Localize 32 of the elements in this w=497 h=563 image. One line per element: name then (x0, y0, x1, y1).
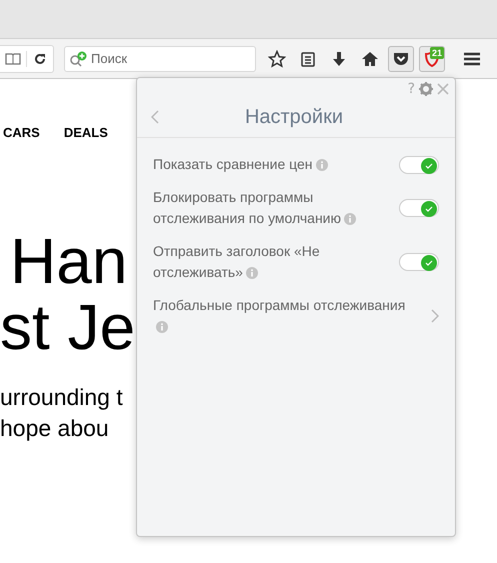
toggle-switch[interactable] (399, 199, 439, 217)
toggle-switch[interactable] (399, 253, 439, 271)
search-field[interactable]: Поиск (64, 46, 256, 72)
info-icon[interactable] (344, 213, 356, 225)
info-icon[interactable] (246, 267, 258, 279)
body-text: urrounding t (0, 383, 123, 412)
setting-label: Показать сравнение цен (153, 154, 328, 175)
check-icon (425, 206, 433, 212)
settings-icon[interactable] (419, 82, 433, 96)
book-icon (5, 52, 21, 64)
count-badge: 21 (430, 46, 444, 58)
shield-extension-button[interactable]: 21 (419, 46, 445, 72)
back-icon[interactable] (151, 110, 159, 124)
popup-title: Настройки (244, 106, 344, 128)
reload-icon (34, 52, 46, 64)
body-text: hope abou (0, 414, 109, 443)
setting-label: Отправить заголовок «Не отслеживать» (153, 242, 321, 282)
chevron-right-icon[interactable] (431, 309, 439, 323)
check-icon (425, 260, 433, 266)
setting-label: Блокировать программы отслеживания по умолчанию (153, 187, 389, 229)
setting-link[interactable]: Глобальные программы отслеживания (153, 295, 406, 337)
shield-icon (424, 50, 440, 68)
info-icon[interactable] (156, 321, 168, 333)
headline: st Je (0, 294, 136, 360)
toggle-switch[interactable] (399, 156, 439, 174)
nav-link[interactable]: DEALS (64, 125, 108, 140)
nav-link[interactable]: CARS (3, 125, 40, 140)
info-icon[interactable] (316, 159, 328, 171)
check-icon (425, 162, 433, 168)
close-icon[interactable] (437, 83, 449, 95)
headline: Han (9, 228, 128, 294)
pocket-icon[interactable] (388, 46, 414, 72)
